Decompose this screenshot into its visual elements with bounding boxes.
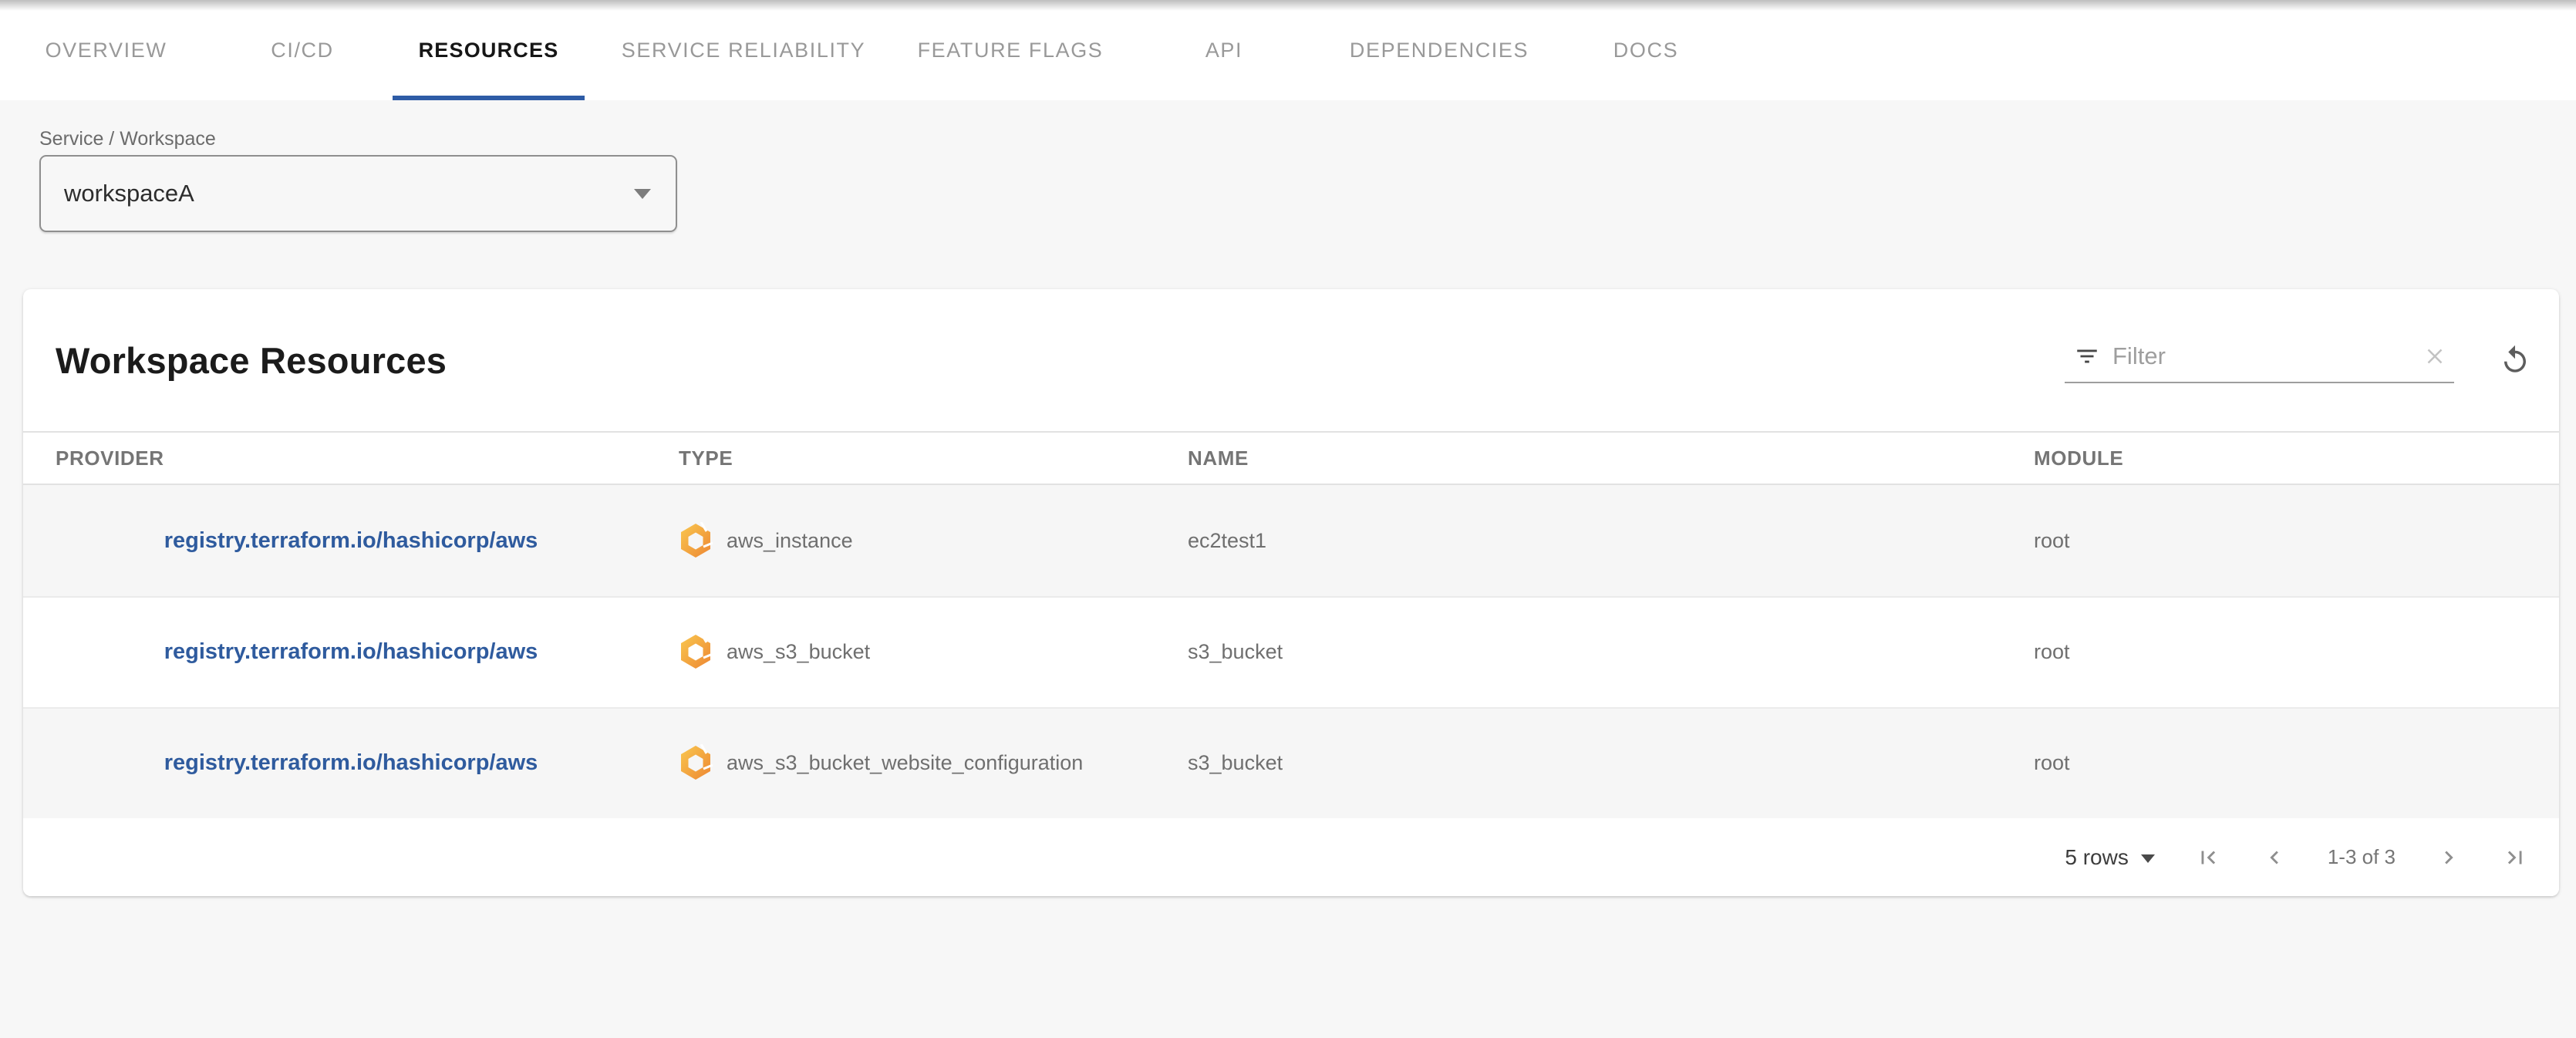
tab-resources[interactable]: RESOURCES [393,0,585,100]
tab-label: FEATURE FLAGS [918,39,1104,62]
tab-label: API [1205,39,1242,62]
column-header-provider: PROVIDER [23,447,679,470]
workspace-resources-card: Workspace Resources PROVIDER TYPE NAME M… [23,289,2559,896]
provider-cell: registry.terraform.io/hashicorp/aws [23,528,679,554]
tab-api[interactable]: API [1118,0,1330,100]
filter-box [2065,337,2454,383]
terraform-provider-icon [679,744,713,781]
last-page-icon[interactable] [2502,844,2528,871]
rows-per-page-select[interactable]: 5 rows [2065,845,2154,870]
resources-tab-content: Service / Workspace workspaceA Workspace… [0,127,2576,896]
tab-label: CI/CD [271,39,334,62]
tab-docs[interactable]: DOCS [1549,0,1743,100]
entity-tab-bar: OVERVIEW CI/CD RESOURCES SERVICE RELIABI… [0,0,2576,100]
tab-overview[interactable]: OVERVIEW [0,0,212,100]
module-cell: root [2034,751,2559,775]
tab-feature-flags[interactable]: FEATURE FLAGS [902,0,1118,100]
table-pagination: 5 rows 1-3 of 3 [23,818,2559,896]
clear-icon[interactable] [2422,343,2448,369]
name-cell: s3_bucket [1188,640,2034,664]
workspace-selector-label: Service / Workspace [39,127,2576,150]
tab-service-reliability[interactable]: SERVICE RELIABILITY [585,0,902,100]
module-cell: root [2034,529,2559,553]
workspace-select-value: workspaceA [64,180,194,207]
name-cell: s3_bucket [1188,751,2034,775]
filter-input[interactable] [2111,342,2411,371]
table-header-row: PROVIDER TYPE NAME MODULE [23,431,2559,485]
table-body: registry.terraform.io/hashicorp/aws aws_… [23,485,2559,818]
tab-dependencies[interactable]: DEPENDENCIES [1330,0,1549,100]
chevron-right-icon[interactable] [2436,844,2462,871]
name-cell: ec2test1 [1188,529,2034,553]
tab-label: OVERVIEW [46,39,167,62]
type-label: aws_instance [727,529,853,553]
type-cell: aws_instance [679,522,1188,559]
card-header: Workspace Resources [23,289,2559,431]
type-label: aws_s3_bucket [727,640,870,664]
type-cell: aws_s3_bucket_website_configuration [679,744,1188,781]
tab-label: DEPENDENCIES [1350,39,1529,62]
refresh-icon[interactable] [2499,344,2531,376]
table-row: registry.terraform.io/hashicorp/aws aws_… [23,596,2559,707]
terraform-provider-icon [679,633,713,670]
filter-list-icon [2074,343,2100,369]
tab-label: SERVICE RELIABILITY [622,39,866,62]
provider-link[interactable]: registry.terraform.io/hashicorp/aws [164,528,538,553]
column-header-type: TYPE [679,447,1188,470]
caret-down-icon [2141,854,2155,863]
module-cell: root [2034,640,2559,664]
caret-down-icon [634,189,651,199]
workspace-select[interactable]: workspaceA [39,155,677,232]
first-page-icon[interactable] [2195,844,2221,871]
provider-cell: registry.terraform.io/hashicorp/aws [23,750,679,776]
terraform-provider-icon [679,522,713,559]
tab-cicd[interactable]: CI/CD [212,0,393,100]
workspace-selector-group: Service / Workspace workspaceA [39,127,2576,232]
table-row: registry.terraform.io/hashicorp/aws aws_… [23,707,2559,818]
tab-label: DOCS [1613,39,1678,62]
provider-link[interactable]: registry.terraform.io/hashicorp/aws [164,750,538,775]
type-label: aws_s3_bucket_website_configuration [727,751,1083,775]
provider-cell: registry.terraform.io/hashicorp/aws [23,639,679,665]
provider-link[interactable]: registry.terraform.io/hashicorp/aws [164,639,538,664]
table-row: registry.terraform.io/hashicorp/aws aws_… [23,485,2559,596]
column-header-name: NAME [1188,447,2034,470]
type-cell: aws_s3_bucket [679,633,1188,670]
card-title: Workspace Resources [56,339,2065,382]
column-header-module: MODULE [2034,447,2559,470]
page-range-label: 1-3 of 3 [2328,845,2396,869]
rows-per-page-value: 5 rows [2065,845,2128,870]
chevron-left-icon[interactable] [2261,844,2288,871]
tab-label: RESOURCES [419,39,559,62]
